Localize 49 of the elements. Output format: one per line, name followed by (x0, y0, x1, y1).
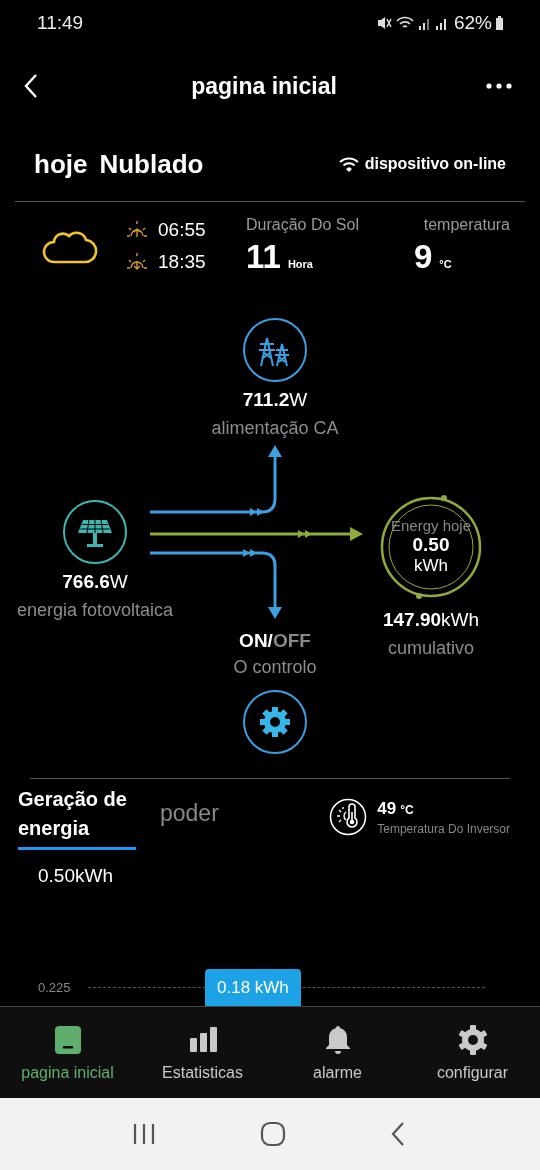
pv-power: 766.6W (62, 571, 128, 593)
wifi-icon (337, 155, 360, 173)
pv-label: energia fotovoltaica (16, 600, 174, 621)
grid-power: 711.2W (242, 389, 308, 411)
tab[interactable]: poder (160, 800, 219, 834)
wifi-icon (394, 14, 415, 31)
nav-tab[interactable]: pagina inicial (0, 1007, 135, 1098)
energy-value: 0.50 (412, 534, 450, 556)
page-title: pagina inicial (191, 72, 337, 100)
gear-icon (257, 704, 293, 740)
pylon-button[interactable] (243, 318, 307, 382)
switch-status: ON/OFF (239, 630, 311, 652)
solar-panel-button[interactable] (63, 500, 127, 564)
inverter-temp-label: Temperatura Do Inversor (377, 821, 510, 836)
energy-unit: kWh (414, 556, 448, 576)
tab[interactable]: Geração de energia (18, 784, 136, 850)
battery-icon (495, 14, 504, 31)
inverter-temp-unit: °C (400, 802, 414, 817)
temperature-unit: °C (439, 258, 452, 270)
day-label: hoje (34, 148, 88, 180)
axis-label: 0.225 (38, 979, 72, 995)
sunrise-time: 06:55 (158, 219, 206, 241)
total-energy: 147.90kWh (382, 609, 480, 631)
weather-condition: Nublado (99, 148, 204, 180)
sun-duration-value: 11 (246, 238, 281, 276)
nav-tab[interactable]: alarme (270, 1007, 405, 1098)
more-icon[interactable] (486, 82, 512, 90)
total-label: cumulativo (387, 638, 474, 659)
sun-duration-label: Duração Do Sol (246, 216, 360, 234)
home-button-icon[interactable] (260, 1121, 286, 1147)
control-button[interactable] (243, 690, 307, 754)
energy-total: 0.50kWh (38, 865, 114, 887)
settings-icon (456, 1023, 489, 1056)
sun-duration-unit: Hora (287, 258, 313, 270)
inverter-temp-value: 49 (377, 798, 397, 818)
temperature-label: temperatura (423, 216, 510, 234)
chart-tooltip: 0.18 kWh (205, 969, 301, 1006)
cloud-icon (40, 231, 98, 265)
nav-tab[interactable]: Estatisticas (135, 1007, 270, 1098)
mute-icon (375, 14, 392, 31)
battery-percent: 62% (453, 11, 492, 34)
status-time: 11:49 (37, 11, 84, 34)
sunset-time: 18:35 (158, 251, 206, 273)
control-label: O controlo (233, 657, 317, 678)
temperature-value: 9 (414, 238, 433, 276)
nav-tab[interactable]: configurar (405, 1007, 540, 1098)
thermometer-icon (329, 798, 368, 836)
device-status: dispositivo on-line (364, 155, 506, 173)
grid-label: alimentação CA (211, 418, 339, 439)
